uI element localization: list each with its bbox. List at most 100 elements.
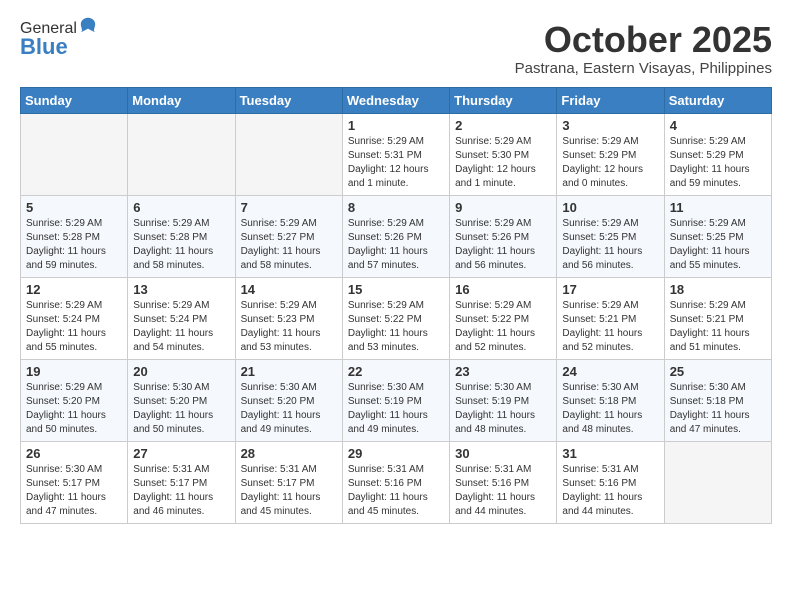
logo: General Blue	[20, 20, 97, 60]
calendar-cell: 12Sunrise: 5:29 AMSunset: 5:24 PMDayligh…	[21, 277, 128, 359]
day-info-line: Sunrise: 5:29 AM	[562, 217, 658, 231]
day-info-line: Sunset: 5:27 PM	[241, 231, 337, 245]
day-info-line: Sunset: 5:28 PM	[133, 231, 229, 245]
day-info-line: Sunset: 5:16 PM	[455, 477, 551, 491]
calendar-cell: 26Sunrise: 5:30 AMSunset: 5:17 PMDayligh…	[21, 441, 128, 523]
calendar-cell: 6Sunrise: 5:29 AMSunset: 5:28 PMDaylight…	[128, 195, 235, 277]
calendar-cell: 3Sunrise: 5:29 AMSunset: 5:29 PMDaylight…	[557, 113, 664, 195]
day-number: 23	[455, 364, 551, 379]
day-number: 29	[348, 446, 444, 461]
day-info-line: Sunrise: 5:29 AM	[455, 299, 551, 313]
calendar-cell: 21Sunrise: 5:30 AMSunset: 5:20 PMDayligh…	[235, 359, 342, 441]
day-info-line: and 45 minutes.	[241, 505, 337, 519]
calendar-cell: 13Sunrise: 5:29 AMSunset: 5:24 PMDayligh…	[128, 277, 235, 359]
day-info-line: Sunrise: 5:31 AM	[241, 463, 337, 477]
day-info-line: and 55 minutes.	[670, 259, 766, 273]
day-info-line: Sunrise: 5:29 AM	[670, 135, 766, 149]
day-info-line: Sunrise: 5:29 AM	[348, 299, 444, 313]
day-info-line: Sunset: 5:17 PM	[26, 477, 122, 491]
day-info-line: and 44 minutes.	[562, 505, 658, 519]
day-info-line: Daylight: 11 hours	[562, 409, 658, 423]
calendar-cell: 22Sunrise: 5:30 AMSunset: 5:19 PMDayligh…	[342, 359, 449, 441]
day-number: 14	[241, 282, 337, 297]
calendar-cell: 24Sunrise: 5:30 AMSunset: 5:18 PMDayligh…	[557, 359, 664, 441]
day-info-line: Sunrise: 5:30 AM	[562, 381, 658, 395]
day-info-line: Sunset: 5:31 PM	[348, 149, 444, 163]
day-info-line: Sunrise: 5:29 AM	[26, 381, 122, 395]
day-info-line: Daylight: 11 hours	[241, 327, 337, 341]
day-info-line: Daylight: 11 hours	[670, 163, 766, 177]
day-info-line: Daylight: 11 hours	[348, 327, 444, 341]
day-info-line: and 51 minutes.	[670, 341, 766, 355]
day-number: 7	[241, 200, 337, 215]
day-info-line: Sunrise: 5:29 AM	[241, 217, 337, 231]
day-info-line: and 53 minutes.	[241, 341, 337, 355]
day-info-line: Daylight: 11 hours	[133, 491, 229, 505]
day-info-line: Sunrise: 5:30 AM	[670, 381, 766, 395]
calendar-cell: 4Sunrise: 5:29 AMSunset: 5:29 PMDaylight…	[664, 113, 771, 195]
calendar-cell: 11Sunrise: 5:29 AMSunset: 5:25 PMDayligh…	[664, 195, 771, 277]
day-info-line: Daylight: 11 hours	[133, 327, 229, 341]
calendar-cell	[235, 113, 342, 195]
day-info-line: and 59 minutes.	[670, 177, 766, 191]
day-info-line: Daylight: 11 hours	[455, 245, 551, 259]
day-number: 19	[26, 364, 122, 379]
day-info-line: Sunset: 5:21 PM	[670, 313, 766, 327]
day-info-line: and 56 minutes.	[455, 259, 551, 273]
day-info-line: Sunset: 5:26 PM	[455, 231, 551, 245]
day-info-line: Daylight: 11 hours	[670, 245, 766, 259]
day-info-line: Daylight: 11 hours	[455, 327, 551, 341]
day-info-line: Sunrise: 5:30 AM	[26, 463, 122, 477]
weekday-header-saturday: Saturday	[664, 87, 771, 113]
weekday-header-friday: Friday	[557, 87, 664, 113]
calendar-cell: 29Sunrise: 5:31 AMSunset: 5:16 PMDayligh…	[342, 441, 449, 523]
day-number: 30	[455, 446, 551, 461]
weekday-header-tuesday: Tuesday	[235, 87, 342, 113]
day-info-line: Daylight: 11 hours	[241, 409, 337, 423]
day-number: 28	[241, 446, 337, 461]
day-info-line: Sunrise: 5:31 AM	[348, 463, 444, 477]
day-info-line: Daylight: 11 hours	[26, 409, 122, 423]
page: General Blue October 2025 Pastrana, East…	[0, 0, 792, 534]
day-info-line: Sunrise: 5:29 AM	[670, 299, 766, 313]
day-info-line: Sunset: 5:20 PM	[133, 395, 229, 409]
day-info-line: Daylight: 11 hours	[241, 245, 337, 259]
weekday-header-wednesday: Wednesday	[342, 87, 449, 113]
logo-blue-text: Blue	[20, 34, 97, 60]
calendar-cell: 7 Sunrise: 5:29 AMSunset: 5:27 PMDaylight…	[235, 195, 342, 277]
day-number: 17	[562, 282, 658, 297]
day-info-line: Sunset: 5:16 PM	[562, 477, 658, 491]
day-info-line: and 56 minutes.	[562, 259, 658, 273]
calendar-cell	[664, 441, 771, 523]
day-info-line: and 0 minutes.	[562, 177, 658, 191]
day-info-line: Sunrise: 5:29 AM	[455, 135, 551, 149]
day-info-line: Sunset: 5:25 PM	[562, 231, 658, 245]
day-info-line: Daylight: 12 hours	[455, 163, 551, 177]
day-info-line: Daylight: 11 hours	[670, 409, 766, 423]
day-info-line: Sunrise: 5:29 AM	[562, 135, 658, 149]
day-info-line: Sunrise: 5:29 AM	[670, 217, 766, 231]
day-info-line: Sunset: 5:22 PM	[348, 313, 444, 327]
logo-bird-icon	[79, 16, 97, 34]
calendar-cell: 30Sunrise: 5:31 AMSunset: 5:16 PMDayligh…	[450, 441, 557, 523]
day-info-line: Sunset: 5:20 PM	[241, 395, 337, 409]
day-info-line: and 50 minutes.	[133, 423, 229, 437]
calendar-cell: 20Sunrise: 5:30 AMSunset: 5:20 PMDayligh…	[128, 359, 235, 441]
day-info-line: and 55 minutes.	[26, 341, 122, 355]
day-info-line: Daylight: 11 hours	[562, 327, 658, 341]
calendar-week-1: 1Sunrise: 5:29 AMSunset: 5:31 PMDaylight…	[21, 113, 772, 195]
day-info-line: and 47 minutes.	[670, 423, 766, 437]
day-number: 5	[26, 200, 122, 215]
day-info-line: Sunset: 5:23 PM	[241, 313, 337, 327]
day-info-line: Sunrise: 5:30 AM	[455, 381, 551, 395]
day-info-line: and 57 minutes.	[348, 259, 444, 273]
day-number: 24	[562, 364, 658, 379]
day-info-line: Daylight: 11 hours	[241, 491, 337, 505]
weekday-header-sunday: Sunday	[21, 87, 128, 113]
day-info-line: Sunset: 5:28 PM	[26, 231, 122, 245]
day-number: 26	[26, 446, 122, 461]
day-number: 18	[670, 282, 766, 297]
day-number: 3	[562, 118, 658, 133]
day-info-line: and 44 minutes.	[455, 505, 551, 519]
day-info-line: Sunrise: 5:30 AM	[241, 381, 337, 395]
